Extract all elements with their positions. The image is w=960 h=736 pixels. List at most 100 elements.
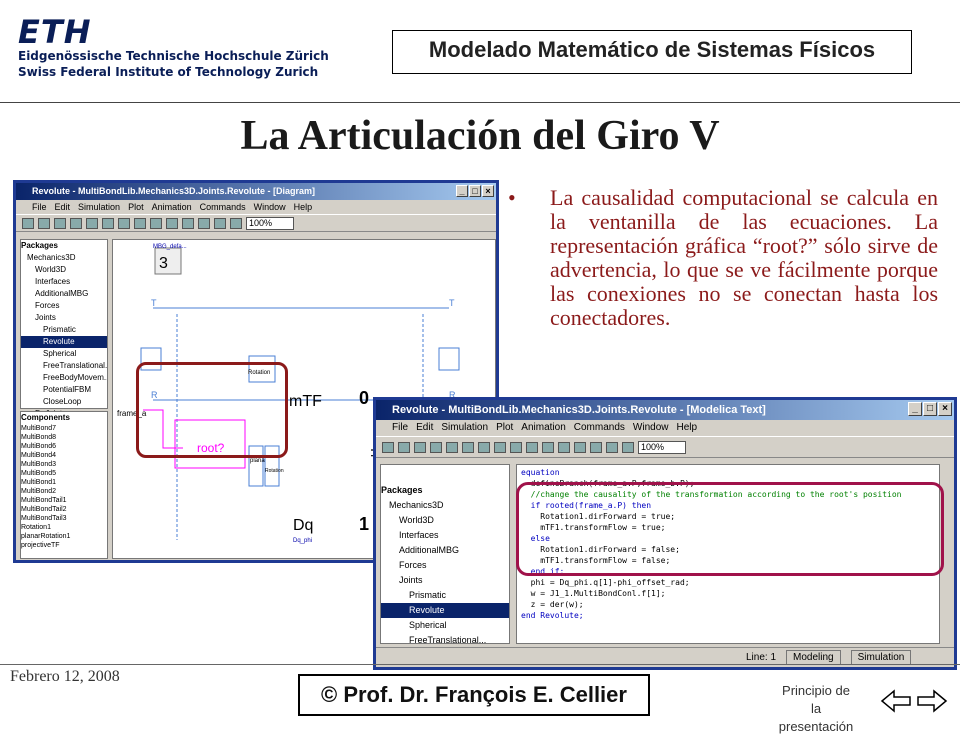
back-arrow-icon[interactable] [880,689,911,713]
component-item[interactable]: MultiBondTail3 [21,514,107,523]
component-item[interactable]: MultiBond7 [21,424,107,433]
tree-item-mechanics3d[interactable]: Mechanics3D [381,498,509,513]
arrow-right-icon[interactable] [214,217,226,229]
menu-plot[interactable]: Plot [496,420,513,436]
tree-item-interfaces[interactable]: Interfaces [381,528,509,543]
arrow-right-icon[interactable] [606,441,618,453]
diagram-window-titlebar[interactable]: Revolute - MultiBondLib.Mechanics3D.Join… [16,183,496,200]
menu-window[interactable]: Window [254,200,286,214]
check-icon[interactable] [574,441,586,453]
tree-item-spherical[interactable]: Spherical [381,618,509,633]
polygon-tool-icon[interactable] [134,217,146,229]
close-button[interactable]: × [482,185,494,197]
zoom-select[interactable]: 100% [246,216,294,230]
search-icon[interactable] [430,441,442,453]
component-item[interactable]: MultiBond2 [21,487,107,496]
code-package-tree: Packages Mechanics3D World3D Interfaces … [380,464,510,644]
bitmap-tool-icon[interactable] [526,441,538,453]
tree-item-prismatic[interactable]: Prismatic [21,324,107,336]
tree-item-forces[interactable]: Forces [21,300,107,312]
polygon-tool-icon[interactable] [494,441,506,453]
save-icon[interactable] [398,441,410,453]
text-tool-icon[interactable] [150,217,162,229]
tree-item-world3d[interactable]: World3D [381,513,509,528]
tree-item-prismatic[interactable]: Prismatic [381,588,509,603]
maximize-button[interactable]: □ [923,402,937,416]
tree-item-freetranslational[interactable]: FreeTranslational... [381,633,509,643]
menu-plot[interactable]: Plot [128,200,144,214]
tree-item-freebodymovement[interactable]: FreeBodyMovem... [21,372,107,384]
menu-edit[interactable]: Edit [416,420,433,436]
rectangle-tool-icon[interactable] [462,441,474,453]
menu-animation[interactable]: Animation [521,420,565,436]
line-tool-icon[interactable] [86,217,98,229]
ellipse-tool-icon[interactable] [478,441,490,453]
component-item[interactable]: MultiBond8 [21,433,107,442]
component-item[interactable]: planarRotation1 [21,532,107,541]
connector-right[interactable] [438,347,460,371]
menu-commands[interactable]: Commands [200,200,246,214]
print-icon[interactable] [414,441,426,453]
menu-help[interactable]: Help [676,420,697,436]
check-icon[interactable] [182,217,194,229]
tree-item-spherical[interactable]: Spherical [21,348,107,360]
minimize-button[interactable]: _ [908,402,922,416]
text-tool-icon[interactable] [510,441,522,453]
minimize-button[interactable]: _ [456,185,468,197]
tree-item-world3d[interactable]: World3D [21,264,107,276]
zoom-select[interactable]: 100% [638,440,686,454]
grid-icon[interactable] [558,441,570,453]
tree-item-mechanics3d[interactable]: Mechanics3D [21,252,107,264]
forward-arrow-icon[interactable] [917,689,948,713]
arrow-left-icon[interactable] [198,217,210,229]
tree-item-forces[interactable]: Forces [381,558,509,573]
modeling-button[interactable]: Modeling [786,650,841,665]
search-icon[interactable] [70,217,82,229]
component-item[interactable]: MultiBond1 [21,478,107,487]
menu-commands[interactable]: Commands [574,420,625,436]
component-item[interactable]: MultiBond6 [21,442,107,451]
menu-file[interactable]: File [392,420,408,436]
ellipse-tool-icon[interactable] [118,217,130,229]
bitmap-tool-icon[interactable] [166,217,178,229]
component-item[interactable]: Rotation1 [21,523,107,532]
component-item[interactable]: projectiveTF [21,541,107,550]
tree-item-joints[interactable]: Joints [381,573,509,588]
component-item[interactable]: MultiBondTail2 [21,505,107,514]
print-icon[interactable] [54,217,66,229]
menu-animation[interactable]: Animation [152,200,192,214]
fill-color-icon[interactable] [542,441,554,453]
arrow-left-icon[interactable] [590,441,602,453]
tree-item-additionalmbg[interactable]: AdditionalMBG [21,288,107,300]
menu-simulation[interactable]: Simulation [78,200,120,214]
menu-file[interactable]: File [32,200,47,214]
tree-item-joints[interactable]: Joints [21,312,107,324]
info-icon[interactable] [230,217,242,229]
menu-simulation[interactable]: Simulation [441,420,488,436]
menu-edit[interactable]: Edit [55,200,71,214]
tree-item-potentialfbm[interactable]: PotentialFBM [21,384,107,396]
tree-item-revolute[interactable]: Revolute [21,336,107,348]
save-icon[interactable] [38,217,50,229]
nav-label[interactable]: Principio de la presentación [776,682,856,736]
info-icon[interactable] [622,441,634,453]
component-item[interactable]: MultiBond4 [21,451,107,460]
line-tool-icon[interactable] [446,441,458,453]
menu-window[interactable]: Window [633,420,669,436]
tree-item-freetranslational[interactable]: FreeTranslational... [21,360,107,372]
menu-help[interactable]: Help [294,200,313,214]
close-button[interactable]: × [938,402,952,416]
component-item[interactable]: MultiBond5 [21,469,107,478]
open-file-icon[interactable] [382,441,394,453]
new-file-icon[interactable] [22,217,34,229]
tree-item-revolute[interactable]: Revolute [381,603,509,618]
simulation-button[interactable]: Simulation [850,650,912,665]
tree-item-closeloop[interactable]: CloseLoop [21,396,107,408]
tree-item-additionalmbg[interactable]: AdditionalMBG [381,543,509,558]
rectangle-tool-icon[interactable] [102,217,114,229]
component-item[interactable]: MultiBond3 [21,460,107,469]
code-window-titlebar[interactable]: Revolute - MultiBondLib.Mechanics3D.Join… [376,400,954,420]
component-item[interactable]: MultiBondTail1 [21,496,107,505]
tree-item-interfaces[interactable]: Interfaces [21,276,107,288]
maximize-button[interactable]: □ [469,185,481,197]
